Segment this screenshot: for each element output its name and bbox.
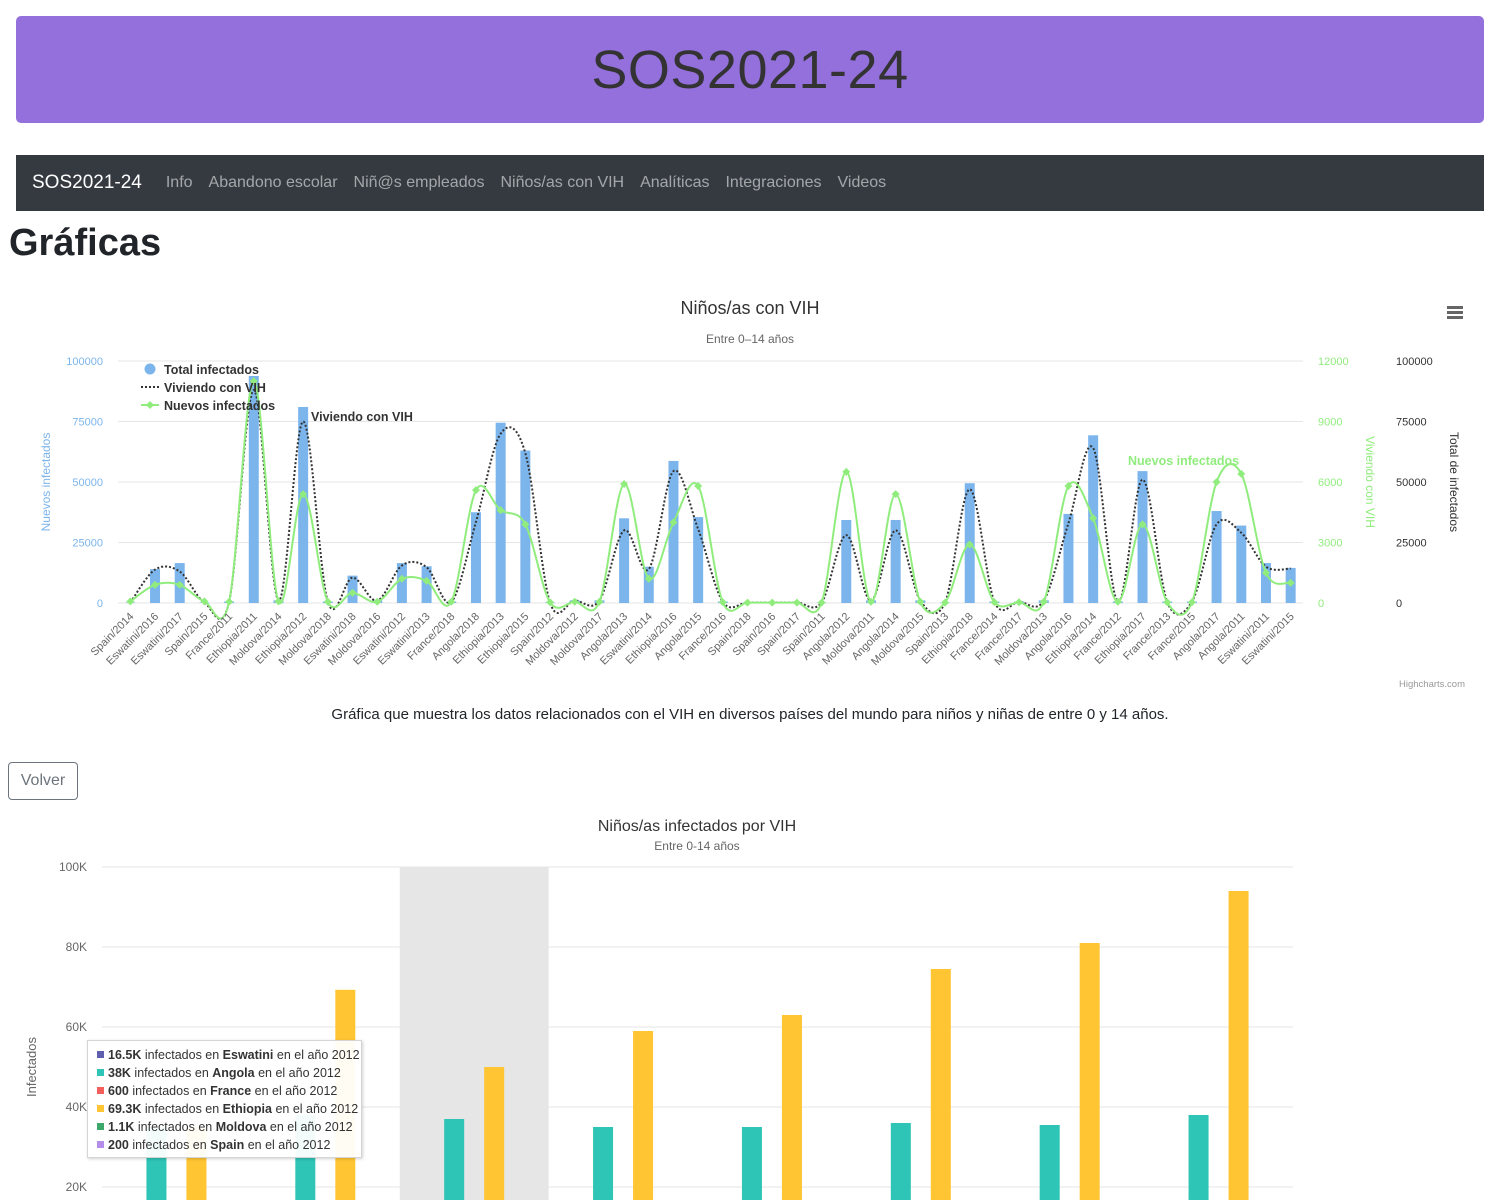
legend-marker-new — [146, 401, 154, 409]
chart2-y-tick: 40K — [66, 1100, 87, 1114]
export-menu-icon[interactable] — [1447, 306, 1463, 319]
header-banner: SOS2021-24 — [16, 16, 1484, 123]
series-color-swatch — [97, 1123, 104, 1130]
series-color-swatch — [97, 1141, 104, 1148]
chart1-left-tick: 50000 — [72, 477, 103, 489]
chart1-left-tick: 75000 — [72, 417, 103, 429]
chart1-right2-tick: 50000 — [1396, 477, 1427, 489]
chart1-bar-total[interactable] — [1063, 513, 1074, 603]
series-color-swatch — [97, 1105, 104, 1112]
label-new: Nuevos infectados — [1128, 454, 1239, 468]
page-title: Gráficas — [9, 222, 162, 264]
chart2-bar-ethiopia[interactable] — [484, 1067, 505, 1200]
chart1-point-new[interactable] — [768, 598, 777, 607]
chart2-bar-angola[interactable] — [890, 1123, 911, 1200]
highcharts-credits[interactable]: Highcharts.com — [1399, 679, 1465, 690]
chart2-bar-angola[interactable] — [444, 1119, 465, 1200]
tooltip-row: 1.1K infectados en Moldova en el año 201… — [97, 1118, 361, 1136]
series-color-swatch — [97, 1051, 104, 1058]
chart2-bar-angola[interactable] — [1188, 1115, 1209, 1200]
chart2-hover-band — [399, 867, 549, 1200]
nav-item-ninos-con-vih[interactable]: Niños/as con VIH — [493, 174, 633, 192]
chart1-right1-tick: 12000 — [1318, 356, 1349, 368]
chart1-point-new[interactable] — [1212, 478, 1221, 486]
navbar-brand[interactable]: SOS2021-24 — [32, 172, 142, 194]
chart1-right1-tick: 6000 — [1318, 477, 1342, 489]
chart2-title: Niños/as infectados por VIH — [598, 818, 796, 835]
label-living: Viviendo con VIH — [311, 410, 413, 424]
chart1-bar-total[interactable] — [619, 518, 630, 603]
chart1-point-new[interactable] — [1237, 469, 1246, 478]
chart1-right1-tick: 9000 — [1318, 417, 1342, 429]
chart2-y-tick: 60K — [66, 1020, 87, 1034]
chart1-bar-total[interactable] — [470, 512, 481, 603]
tooltip-row: 69.3K infectados en Ethiopia en el año 2… — [97, 1100, 361, 1118]
chart2-y-axis-label: Infectados — [24, 1037, 39, 1097]
chart1-right2-tick: 25000 — [1396, 538, 1427, 550]
tooltip-row: 38K infectados en Angola en el año 2012 — [97, 1064, 361, 1082]
chart1-point-new[interactable] — [225, 597, 234, 606]
chart1-subtitle: Entre 0–14 años — [706, 332, 794, 346]
chart2-bar-ethiopia[interactable] — [1079, 943, 1100, 1200]
chart1-bar-total[interactable] — [396, 563, 407, 603]
chart1-right1-tick: 0 — [1318, 598, 1324, 610]
nav-item-integraciones[interactable]: Integraciones — [717, 174, 829, 192]
series-color-swatch — [97, 1069, 104, 1076]
chart2-bar-ethiopia[interactable] — [930, 969, 951, 1200]
nav-item-info[interactable]: Info — [158, 174, 201, 192]
tooltip-row: 200 infectados en Spain en el año 2012 — [97, 1136, 361, 1154]
chart1-right2-tick: 0 — [1396, 598, 1402, 610]
chart2-bar-angola[interactable] — [741, 1127, 762, 1200]
legend-item-total[interactable]: Total infectados — [164, 363, 259, 377]
chart1-right1-tick: 3000 — [1318, 538, 1342, 550]
chart1-point-new[interactable] — [1187, 598, 1196, 607]
chart2-bar-ethiopia[interactable] — [1228, 891, 1249, 1200]
legend-marker-total — [144, 363, 156, 375]
chart1-left-tick: 100000 — [66, 356, 103, 368]
chart1-bar-total[interactable] — [693, 517, 704, 603]
tooltip-row: 600 infectados en France en el año 2012 — [97, 1082, 361, 1100]
chart2-bar-angola[interactable] — [593, 1127, 614, 1200]
chart1-point-new[interactable] — [743, 598, 752, 607]
chart1-right2-tick: 100000 — [1396, 356, 1433, 368]
legend-item-living[interactable]: Viviendo con VIH — [164, 381, 266, 395]
chart1-left-tick: 25000 — [72, 538, 103, 550]
chart1-right2-axis-label: Total de infectados — [1447, 432, 1461, 532]
nav-item-videos[interactable]: Videos — [830, 174, 895, 192]
chart2-y-tick: 20K — [66, 1180, 87, 1194]
chart1-legend[interactable]: Total infectados Viviendo con VIH Nuevos… — [141, 363, 275, 413]
chart1-point-new[interactable] — [792, 598, 801, 607]
site-title: SOS2021-24 — [591, 39, 909, 100]
nav-item-analiticas[interactable]: Analíticas — [632, 174, 717, 192]
chart1-bar-total[interactable] — [890, 519, 901, 603]
chart1-point-new[interactable] — [570, 597, 579, 606]
series-color-swatch — [97, 1087, 104, 1094]
chart1-bar-total[interactable] — [841, 519, 852, 603]
legend-item-new[interactable]: Nuevos infectados — [164, 399, 275, 413]
chart2-y-tick: 100K — [59, 860, 87, 874]
hiv-combo-chart: Niños/as con VIH Entre 0–14 años 100000 1… — [39, 298, 1465, 690]
chart2-subtitle: Entre 0-14 años — [654, 839, 739, 853]
chart2-bar-ethiopia[interactable] — [633, 1031, 654, 1200]
chart2-bar-ethiopia[interactable] — [781, 1015, 802, 1200]
chart1-title: Niños/as con VIH — [680, 298, 819, 318]
tooltip-row: 16.5K infectados en Eswatini en el año 2… — [97, 1046, 361, 1064]
chart2-tooltip: 16.5K infectados en Eswatini en el año 2… — [87, 1040, 362, 1158]
chart-caption: Gráfica que muestra los datos relacionad… — [331, 706, 1169, 723]
nav-item-ninos-empleados[interactable]: Niñ@s empleados — [346, 174, 493, 192]
chart2-y-tick: 80K — [66, 940, 87, 954]
chart1-point-new[interactable] — [916, 597, 925, 606]
nav-item-abandono-escolar[interactable]: Abandono escolar — [201, 174, 346, 192]
chart1-left-tick: 0 — [97, 598, 103, 610]
back-button[interactable]: Volver — [8, 762, 78, 800]
chart1-point-new[interactable] — [718, 598, 727, 607]
navbar: SOS2021-24 Info Abandono escolar Niñ@s e… — [16, 155, 1484, 211]
chart1-left-axis-label: Nuevos infectados — [39, 433, 53, 532]
chart1-point-new[interactable] — [1015, 598, 1024, 607]
chart1-bar-total[interactable] — [1137, 471, 1148, 603]
chart2-bar-angola[interactable] — [1039, 1125, 1060, 1200]
chart1-point-new[interactable] — [817, 598, 826, 607]
chart1-right1-axis-label: Viviendo con VIH — [1363, 436, 1377, 528]
chart1-right2-tick: 75000 — [1396, 417, 1427, 429]
